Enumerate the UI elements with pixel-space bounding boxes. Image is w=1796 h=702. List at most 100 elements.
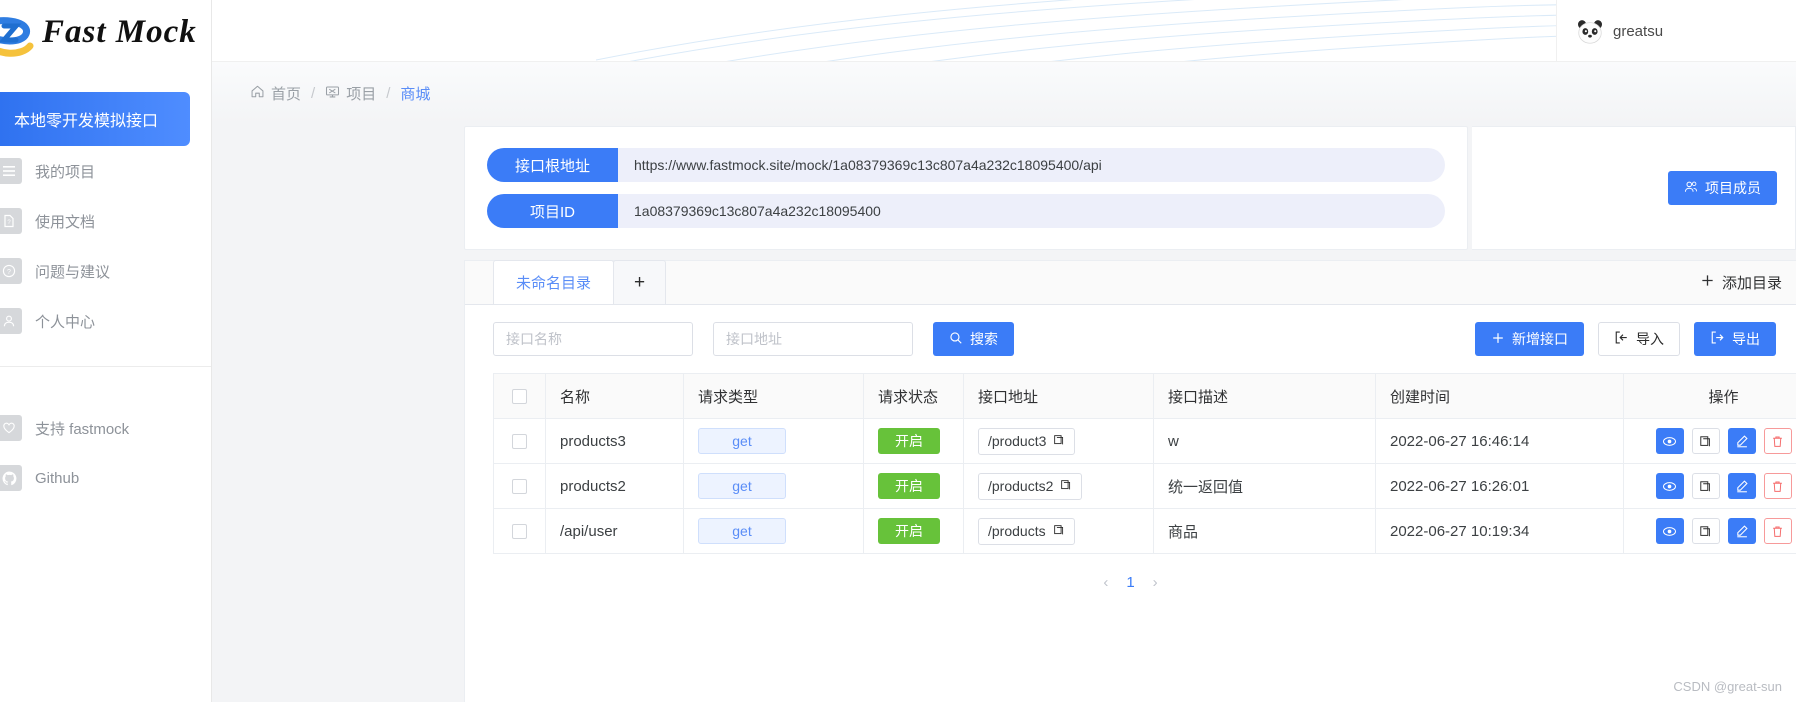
api-base-url-value[interactable]: https://www.fastmock.site/mock/1a0837936… bbox=[618, 148, 1445, 182]
project-id-value[interactable]: 1a08379369c13c807a4a232c18095400 bbox=[618, 194, 1445, 228]
search-path-input[interactable] bbox=[713, 322, 913, 356]
user-menu[interactable]: greatsu bbox=[1556, 0, 1796, 61]
sidebar-item-active[interactable]: 本地零开发模拟接口 bbox=[0, 92, 190, 146]
new-api-button[interactable]: 新增接口 bbox=[1475, 322, 1584, 356]
pagination-next[interactable]: › bbox=[1153, 574, 1158, 591]
cell-name: products3 bbox=[545, 418, 684, 464]
fastmock-logo-icon bbox=[0, 16, 44, 64]
edit-icon[interactable] bbox=[1727, 473, 1756, 499]
status-badge[interactable]: 开启 bbox=[878, 428, 940, 454]
search-name-input[interactable] bbox=[493, 322, 693, 356]
project-id-label: 项目ID bbox=[487, 194, 618, 228]
method-tag: get bbox=[698, 473, 786, 499]
tab-label: 未命名目录 bbox=[516, 275, 592, 292]
sidebar-item-label: 支持 fastmock bbox=[35, 420, 130, 438]
select-all-checkbox[interactable] bbox=[512, 389, 527, 405]
sidebar-item-label: 个人中心 bbox=[35, 313, 96, 331]
method-tag: get bbox=[698, 428, 786, 454]
github-icon bbox=[0, 465, 22, 491]
export-label: 导出 bbox=[1732, 331, 1760, 347]
tab-add-button[interactable]: + bbox=[613, 260, 667, 304]
copy-icon[interactable] bbox=[1060, 478, 1072, 494]
cell-actions bbox=[1623, 418, 1796, 464]
members-icon bbox=[1684, 180, 1698, 197]
select-all-header[interactable] bbox=[493, 373, 546, 419]
project-members-button[interactable]: 项目成员 bbox=[1668, 171, 1777, 205]
new-api-label: 新增接口 bbox=[1512, 331, 1568, 347]
search-button[interactable]: 搜索 bbox=[933, 322, 1014, 356]
row-select-cell[interactable] bbox=[493, 463, 546, 509]
row-checkbox[interactable] bbox=[512, 524, 527, 540]
watermark: CSDN @great-sun bbox=[1673, 679, 1782, 694]
copy-icon[interactable] bbox=[1691, 518, 1720, 544]
copy-icon[interactable] bbox=[1053, 433, 1065, 449]
import-label: 导入 bbox=[1636, 331, 1664, 347]
row-select-cell[interactable] bbox=[493, 418, 546, 464]
sidebar-item-support[interactable]: 支持 fastmock bbox=[0, 403, 211, 453]
content-area: 首页 / 项目 / 商城 接口根地址 https://www.fastmock.… bbox=[212, 62, 1796, 702]
path-pill[interactable]: /product3 bbox=[978, 427, 1076, 455]
status-badge[interactable]: 开启 bbox=[878, 473, 940, 499]
plus-icon bbox=[1700, 273, 1715, 292]
cell-path: /product3 bbox=[963, 418, 1154, 464]
add-directory-button[interactable]: 添加目录 bbox=[1700, 260, 1782, 304]
brand-logo[interactable]: Fast Mock bbox=[0, 0, 211, 78]
delete-icon[interactable] bbox=[1763, 518, 1792, 544]
breadcrumb-item-project[interactable]: 项目 bbox=[325, 83, 376, 104]
user-icon bbox=[0, 308, 22, 334]
row-checkbox[interactable] bbox=[512, 434, 527, 450]
breadcrumb-item-home[interactable]: 首页 bbox=[250, 83, 301, 104]
cell-description: 商品 bbox=[1153, 508, 1376, 554]
view-icon[interactable] bbox=[1655, 518, 1684, 544]
avatar bbox=[1575, 16, 1605, 46]
status-badge[interactable]: 开启 bbox=[878, 518, 940, 544]
project-id-row: 项目ID 1a08379369c13c807a4a232c18095400 bbox=[487, 194, 1445, 228]
api-base-url-label: 接口根地址 bbox=[487, 148, 618, 182]
path-text: /product3 bbox=[988, 433, 1047, 449]
sidebar-item-profile[interactable]: 个人中心 bbox=[0, 296, 211, 346]
path-pill[interactable]: /products bbox=[978, 517, 1075, 545]
path-pill[interactable]: /products2 bbox=[978, 472, 1083, 500]
header-description: 接口描述 bbox=[1153, 373, 1376, 419]
table-row[interactable]: /api/user get 开启 /products 商品 2022-06-27… bbox=[493, 508, 1796, 554]
breadcrumb-label: 首页 bbox=[271, 85, 302, 103]
cell-status: 开启 bbox=[863, 418, 964, 464]
cell-description: 统一返回值 bbox=[1153, 463, 1376, 509]
delete-icon[interactable] bbox=[1763, 428, 1792, 454]
copy-icon[interactable] bbox=[1691, 428, 1720, 454]
row-select-cell[interactable] bbox=[493, 508, 546, 554]
table-row[interactable]: products3 get 开启 /product3 w 2022-06-27 … bbox=[493, 418, 1796, 464]
table-header-row: 名称 请求类型 请求状态 接口地址 接口描述 创建时间 操作 bbox=[493, 373, 1796, 419]
home-icon bbox=[250, 84, 265, 103]
copy-icon[interactable] bbox=[1053, 523, 1065, 539]
table-row[interactable]: products2 get 开启 /products2 统一返回值 2022-0… bbox=[493, 463, 1796, 509]
search-label: 搜索 bbox=[970, 331, 998, 347]
cell-created: 2022-06-27 16:46:14 bbox=[1375, 418, 1624, 464]
view-icon[interactable] bbox=[1655, 473, 1684, 499]
view-icon[interactable] bbox=[1655, 428, 1684, 454]
delete-icon[interactable] bbox=[1763, 473, 1792, 499]
row-checkbox[interactable] bbox=[512, 479, 527, 495]
edit-icon[interactable] bbox=[1727, 518, 1756, 544]
api-info-card: 接口根地址 https://www.fastmock.site/mock/1a0… bbox=[464, 126, 1468, 250]
breadcrumb-item-current[interactable]: 商城 bbox=[400, 83, 430, 104]
edit-icon[interactable] bbox=[1727, 428, 1756, 454]
sidebar-item-label: Github bbox=[35, 469, 80, 487]
tab-unnamed-directory[interactable]: 未命名目录 bbox=[493, 260, 615, 304]
pagination-page-1[interactable]: 1 bbox=[1126, 574, 1134, 591]
copy-icon[interactable] bbox=[1691, 473, 1720, 499]
breadcrumb-separator: / bbox=[386, 84, 391, 102]
toolbar-right-actions: 新增接口 导入 导出 bbox=[1475, 322, 1776, 356]
breadcrumb-separator: / bbox=[311, 84, 316, 102]
import-button[interactable]: 导入 bbox=[1598, 322, 1680, 356]
sidebar-item-feedback[interactable]: ? 问题与建议 bbox=[0, 246, 211, 296]
pagination-prev[interactable]: ‹ bbox=[1103, 574, 1108, 591]
cell-status: 开启 bbox=[863, 508, 964, 554]
sidebar-item-label: 使用文档 bbox=[35, 213, 96, 231]
sidebar-item-label: 问题与建议 bbox=[35, 263, 111, 281]
sidebar-item-github[interactable]: Github bbox=[0, 453, 211, 503]
export-button[interactable]: 导出 bbox=[1694, 322, 1776, 356]
sidebar-item-docs[interactable]: ? 使用文档 bbox=[0, 196, 211, 246]
sidebar-item-my-projects[interactable]: 我的项目 bbox=[0, 146, 211, 196]
